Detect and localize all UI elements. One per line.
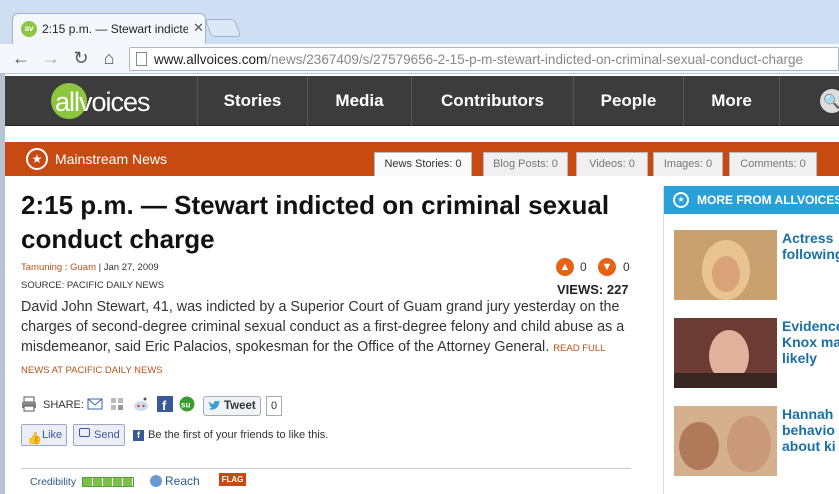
new-tab-button[interactable]: [204, 19, 242, 37]
share-label: SHARE:: [43, 399, 84, 411]
credibility-meter: [82, 477, 134, 487]
url-text: www.allvoices.com/news/2367409/s/2757965…: [154, 52, 803, 67]
sidebar-item[interactable]: Evidence Knox ma likely: [674, 318, 839, 390]
share-row: SHARE: f su: [21, 396, 201, 416]
sidebar-item-caption[interactable]: Evidence Knox ma likely: [782, 318, 839, 366]
nav-people[interactable]: People: [573, 76, 683, 126]
site-navbar: allvoices Stories Media Contributors Peo…: [5, 76, 839, 126]
vote-widget: ▲ 0 ▼ 0: [556, 258, 636, 276]
search-icon[interactable]: 🔍: [820, 89, 839, 113]
downvote-count: 0: [623, 260, 630, 274]
reddit-icon[interactable]: [133, 396, 149, 412]
svg-text:su: su: [181, 401, 190, 410]
tab-title: 2:15 p.m. — Stewart indicte: [42, 22, 188, 36]
allvoices-favicon-icon: av: [21, 21, 37, 37]
sidebar-item-caption[interactable]: Actress following: [782, 230, 839, 262]
divider: [21, 468, 631, 469]
address-bar[interactable]: www.allvoices.com/news/2367409/s/2757965…: [129, 47, 839, 71]
reach-label: Reach: [165, 474, 200, 488]
logo-text-left: all: [55, 87, 80, 117]
thumbs-up-icon: 👍: [27, 431, 42, 445]
sidebar-more-from-allvoices: ★ MORE FROM ALLVOICES Actress following …: [663, 186, 839, 494]
location-link[interactable]: Tamuning : Guam: [21, 262, 96, 273]
tweet-button[interactable]: Tweet: [203, 396, 261, 416]
thumbnail-image: [674, 230, 777, 300]
tab-images[interactable]: Images: 0: [653, 152, 723, 176]
facebook-icon[interactable]: f: [157, 396, 173, 412]
url-path: /news/2367409/s/27579656-2-15-p-m-stewar…: [267, 52, 804, 67]
stumbleupon-icon[interactable]: su: [179, 396, 195, 412]
page-icon: [136, 52, 147, 66]
send-bubble-icon: [79, 428, 90, 437]
twitter-bird-icon: [208, 400, 221, 410]
facebook-small-icon: f: [133, 430, 144, 441]
sidebar-item-caption[interactable]: Hannah behavio about ki: [782, 406, 839, 454]
print-icon[interactable]: [21, 396, 37, 412]
like-label: Like: [42, 429, 63, 441]
view-count: VIEWS: 227: [557, 282, 629, 297]
thumbnail-image: [674, 406, 777, 476]
flag-button[interactable]: FLAG: [219, 473, 246, 486]
globe-icon: [150, 475, 162, 487]
article-body-text: David John Stewart, 41, was indicted by …: [21, 299, 625, 355]
tab-blog-posts[interactable]: Blog Posts: 0: [483, 152, 568, 176]
article-meta: Tamuning : Guam | Jan 27, 2009: [21, 262, 159, 273]
article-body: David John Stewart, 41, was indicted by …: [21, 297, 631, 381]
article-headline: 2:15 p.m. — Stewart indicted on criminal…: [21, 190, 610, 254]
home-icon[interactable]: ⌂: [98, 47, 120, 69]
nav-contributors[interactable]: Contributors: [411, 76, 573, 126]
facebook-send-button[interactable]: Send: [73, 424, 125, 446]
facebook-like-button[interactable]: 👍 Like: [21, 424, 67, 446]
star-icon: ★: [673, 192, 689, 208]
nav-media[interactable]: Media: [307, 76, 411, 126]
fb-social-text: Be the first of your friends to like thi…: [148, 429, 329, 441]
sidebar-item[interactable]: Actress following: [674, 230, 839, 302]
close-tab-icon[interactable]: ✕: [193, 20, 204, 36]
downvote-arrow-icon[interactable]: ▼: [598, 258, 616, 276]
back-arrow-icon[interactable]: ←: [10, 47, 32, 69]
article-source: SOURCE: PACIFIC DAILY NEWS: [21, 280, 165, 291]
article-date: | Jan 27, 2009: [98, 262, 159, 273]
svg-text:f: f: [162, 398, 167, 412]
tab-videos[interactable]: Videos: 0: [576, 152, 648, 176]
tweet-count: 0: [266, 396, 282, 416]
send-label: Send: [94, 429, 120, 441]
forward-arrow-icon[interactable]: →: [40, 47, 62, 69]
logo-text: allvoices: [55, 87, 151, 118]
email-icon[interactable]: [87, 396, 103, 412]
sidebar-title: MORE FROM ALLVOICES: [697, 193, 839, 207]
sidebar-item[interactable]: Hannah behavio about ki: [674, 406, 839, 478]
upvote-arrow-icon[interactable]: ▲: [556, 258, 574, 276]
section-bar: ★ Mainstream News News Stories: 0 Blog P…: [5, 142, 839, 176]
reload-icon[interactable]: ↻: [70, 47, 92, 69]
credibility-label: Credibility: [30, 476, 77, 488]
bookmark-icon[interactable]: [109, 396, 125, 412]
facebook-social-text: f Be the first of your friends to like th…: [133, 429, 328, 441]
allvoices-logo[interactable]: allvoices: [45, 78, 205, 124]
browser-toolbar: ← → ↻ ⌂ www.allvoices.com/news/2367409/s…: [0, 44, 839, 74]
browser-tabstrip: av 2:15 p.m. — Stewart indicte ✕: [0, 0, 839, 44]
reach-link[interactable]: Reach: [150, 474, 200, 488]
section-label: Mainstream News: [55, 151, 168, 167]
logo-text-right: voices: [79, 87, 151, 117]
nav-more[interactable]: More: [683, 76, 779, 126]
url-domain: www.allvoices.com: [154, 52, 268, 67]
thumbnail-image: [674, 318, 777, 388]
browser-tab[interactable]: av 2:15 p.m. — Stewart indicte ✕: [12, 13, 206, 44]
sidebar-header: ★ MORE FROM ALLVOICES: [664, 186, 839, 214]
star-icon: ★: [26, 148, 48, 170]
tab-news-stories[interactable]: News Stories: 0: [374, 152, 472, 176]
tab-comments[interactable]: Comments: 0: [729, 152, 817, 176]
tweet-label: Tweet: [224, 400, 256, 412]
upvote-count: 0: [580, 260, 587, 274]
nav-stories[interactable]: Stories: [197, 76, 307, 126]
